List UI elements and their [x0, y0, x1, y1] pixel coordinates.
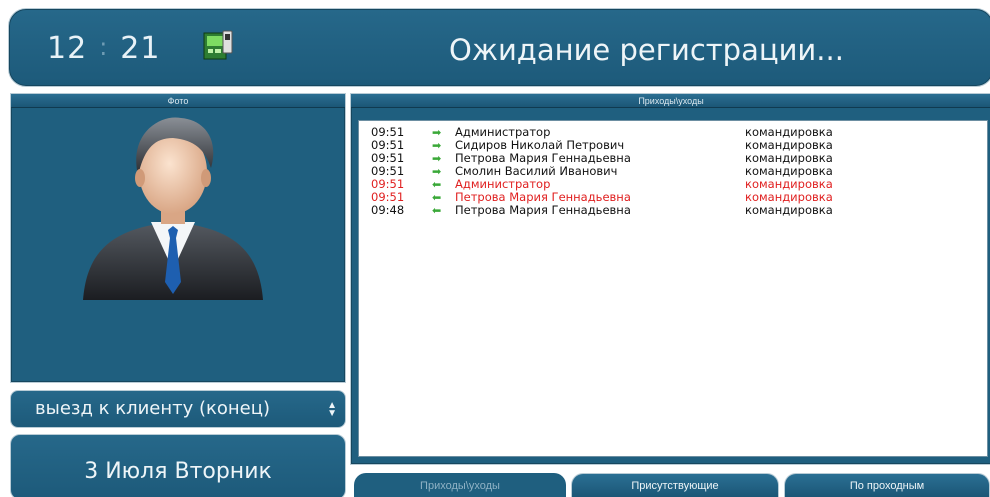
log-row[interactable]: 09:51 ⬅ Петрова Мария Геннадьевна командиро…	[359, 191, 979, 205]
event-type-value: выезд к клиенту (конец)	[35, 398, 271, 419]
log-reason: командировка	[745, 203, 833, 217]
arrow-left-icon: ⬅	[432, 191, 442, 204]
clock-hours: 12	[47, 31, 88, 66]
arrow-right-icon: ➡	[432, 165, 442, 178]
arrow-right-icon: ➡	[432, 152, 442, 165]
current-date: 3 Июля Вторник	[84, 459, 272, 484]
arrow-right-icon: ➡	[432, 139, 442, 152]
arrow-left-icon: ⬅	[432, 178, 442, 191]
clock: 12:21	[47, 31, 160, 66]
tab-present[interactable]: Присутствующие	[571, 473, 779, 497]
attendance-log-panel: Приходы\уходы 09:51 ➡ Администратор команди…	[350, 93, 990, 465]
arrow-right-icon: ➡	[432, 126, 442, 139]
photo-panel: Фото	[10, 93, 346, 383]
clock-minutes: 21	[120, 31, 161, 66]
attendance-log-list[interactable]: 09:51 ➡ Администратор командировка 09:51 ➡ Сид…	[358, 120, 988, 457]
tab-arrivals-departures[interactable]: Приходы\уходы	[354, 473, 566, 497]
log-row[interactable]: 09:51 ⬅ Администратор командировка	[359, 178, 979, 192]
log-time: 09:48	[371, 203, 405, 217]
status-title: Ожидание регистрации...	[449, 33, 844, 67]
log-employee-name: Петрова Мария Геннадьевна	[455, 203, 631, 217]
card-reader-icon	[203, 30, 233, 62]
date-panel: 3 Июля Вторник	[10, 434, 346, 497]
log-tabs: Приходы\уходы Присутствующие По проходны…	[354, 473, 990, 497]
tab-by-checkpoints[interactable]: По проходным	[784, 473, 990, 497]
photo-panel-title: Фото	[11, 94, 345, 108]
header-bar: 12:21 Ожидание регистрации...	[8, 8, 990, 87]
log-row[interactable]: 09:51 ➡ Петрова Мария Геннадьевна командиро…	[359, 152, 979, 166]
log-panel-title: Приходы\уходы	[351, 94, 990, 108]
event-type-select[interactable]: выезд к клиенту (конец) ▲ ▼	[10, 390, 346, 428]
clock-separator: :	[99, 33, 109, 61]
user-avatar-icon	[73, 110, 273, 315]
log-row[interactable]: 09:51 ➡ Администратор командировка	[359, 126, 979, 140]
arrow-left-icon: ⬅	[432, 204, 442, 217]
log-row[interactable]: 09:51 ➡ Сидиров Николай Петрович командиров…	[359, 139, 979, 153]
log-row[interactable]: 09:51 ➡ Смолин Василий Иванович командировк…	[359, 165, 979, 179]
select-updown-icon: ▲ ▼	[327, 400, 337, 419]
log-row[interactable]: 09:48 ⬅ Петрова Мария Геннадьевна командиро…	[359, 203, 979, 218]
